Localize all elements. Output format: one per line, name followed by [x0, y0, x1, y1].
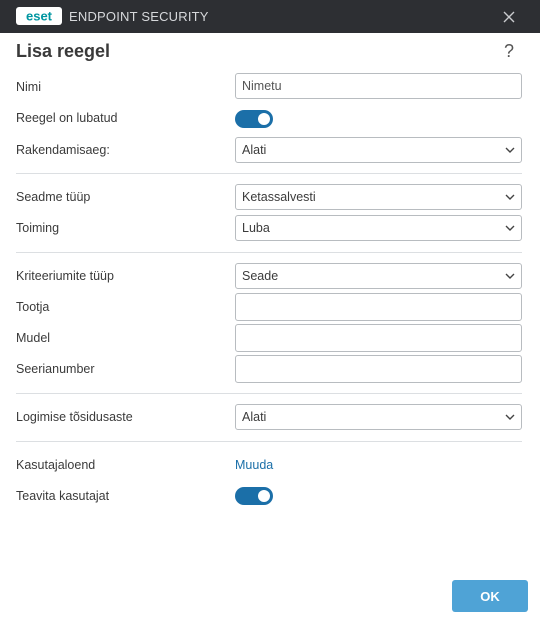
- chevron-down-icon: [505, 273, 515, 279]
- chevron-down-icon: [505, 225, 515, 231]
- device-type-value: Ketassalvesti: [242, 190, 316, 204]
- notify-user-toggle[interactable]: [235, 487, 273, 505]
- action-value: Luba: [242, 221, 270, 235]
- chevron-down-icon: [505, 194, 515, 200]
- device-type-label: Seadme tüüp: [16, 190, 91, 204]
- serial-input[interactable]: [235, 355, 522, 383]
- device-type-select[interactable]: Ketassalvesti: [235, 184, 522, 210]
- schedule-value: Alati: [242, 143, 267, 157]
- name-input[interactable]: [235, 73, 522, 99]
- model-input[interactable]: [235, 324, 522, 352]
- criteria-type-select[interactable]: Seade: [235, 263, 522, 289]
- ok-button[interactable]: OK: [452, 580, 528, 612]
- enabled-label: Reegel on lubatud: [16, 111, 118, 125]
- section-divider: [16, 173, 522, 174]
- help-icon[interactable]: ?: [504, 41, 514, 62]
- close-icon: [503, 11, 515, 23]
- section-divider: [16, 441, 522, 442]
- section-divider: [16, 252, 522, 253]
- chevron-down-icon: [505, 414, 515, 420]
- schedule-label: Rakendamisaeg:: [16, 143, 110, 157]
- serial-label: Seerianumber: [16, 362, 95, 376]
- action-select[interactable]: Luba: [235, 215, 522, 241]
- toggle-knob: [258, 113, 270, 125]
- chevron-down-icon: [505, 147, 515, 153]
- criteria-type-label: Kriteeriumite tüüp: [16, 269, 114, 283]
- section-divider: [16, 393, 522, 394]
- schedule-select[interactable]: Alati: [235, 137, 522, 163]
- eset-logo: eset: [16, 7, 62, 25]
- log-severity-value: Alati: [242, 410, 267, 424]
- notify-user-label: Teavita kasutajat: [16, 489, 110, 503]
- toggle-knob: [258, 490, 270, 502]
- vendor-input[interactable]: [235, 293, 522, 321]
- criteria-type-value: Seade: [242, 269, 279, 283]
- log-severity-label: Logimise tõsidusaste: [16, 410, 133, 424]
- product-name: ENDPOINT SECURITY: [69, 9, 209, 24]
- dialog-title: Lisa reegel: [16, 41, 111, 61]
- model-label: Mudel: [16, 331, 51, 345]
- close-button[interactable]: [497, 6, 521, 28]
- title-bar: eset ENDPOINT SECURITY: [0, 0, 540, 33]
- name-label: Nimi: [16, 80, 41, 94]
- edit-user-list-link[interactable]: Muuda: [235, 458, 273, 472]
- action-label: Toiming: [16, 221, 60, 235]
- log-severity-select[interactable]: Alati: [235, 404, 522, 430]
- enabled-toggle[interactable]: [235, 110, 273, 128]
- svg-text:eset: eset: [26, 9, 53, 24]
- user-list-label: Kasutajaloend: [16, 458, 96, 472]
- vendor-label: Tootja: [16, 300, 50, 314]
